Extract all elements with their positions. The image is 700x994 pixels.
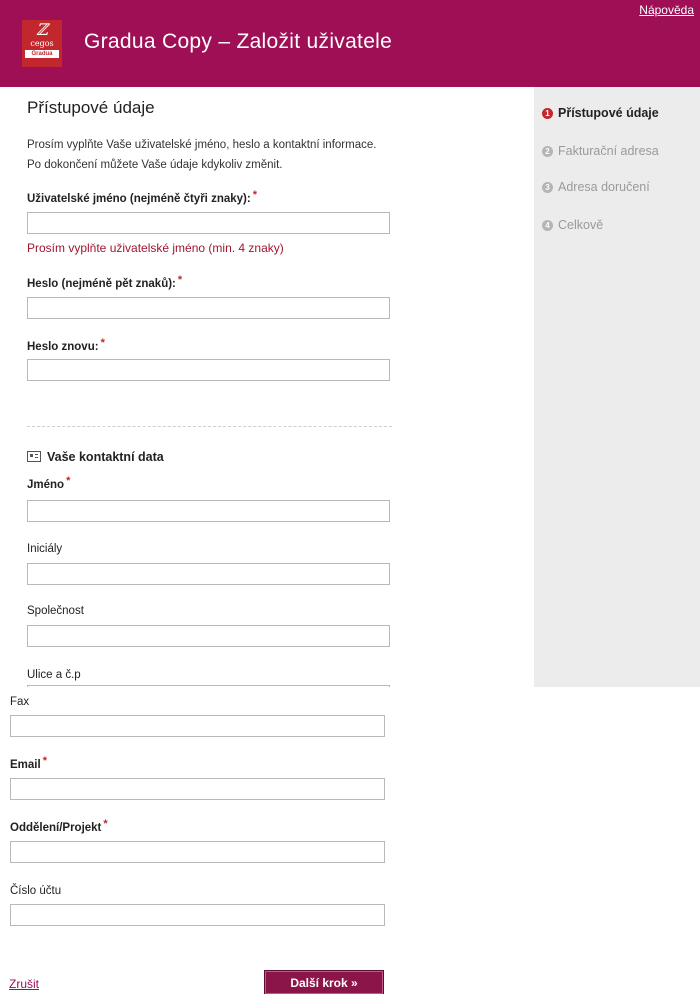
- initials-input[interactable]: [27, 563, 390, 585]
- fax-input[interactable]: [10, 715, 385, 737]
- username-error: Prosím vyplňte uživatelské jméno (min. 4…: [27, 241, 284, 255]
- intro-text: Po dokončení můžete Vaše údaje kdykoliv …: [27, 159, 283, 171]
- street-label: Ulice a č.p: [27, 669, 81, 681]
- password-repeat-input[interactable]: [27, 359, 390, 381]
- email-label: Email *: [10, 755, 47, 771]
- section-divider: [27, 426, 392, 427]
- app-header: ℤ cegos Gradua Gradua Copy – Založit uži…: [0, 0, 700, 87]
- step-number-icon: 2: [542, 146, 553, 157]
- steps-sidebar: 1 Přístupové údaje 2 Fakturační adresa 3 Ad…: [534, 87, 700, 687]
- page-title: Gradua Copy – Založit uživatele: [84, 30, 393, 53]
- required-marker: *: [252, 189, 257, 201]
- initials-label: Iniciály: [27, 543, 63, 555]
- fax-label: Fax: [10, 696, 30, 708]
- intro-text: Prosím vyplňte Vaše uživatelské jméno, h…: [27, 139, 377, 151]
- cegos-gradua-logo: ℤ cegos Gradua: [22, 20, 62, 67]
- cancel-link[interactable]: Zrušit: [9, 977, 39, 991]
- contact-card-icon: [27, 451, 41, 462]
- registration-form: Přístupové údaje Prosím vyplňte Vaše uži…: [27, 87, 527, 687]
- company-input[interactable]: [27, 625, 390, 647]
- account-number-input[interactable]: [10, 904, 385, 926]
- department-input[interactable]: [10, 841, 385, 863]
- password-repeat-label: Heslo znovu: *: [27, 337, 105, 353]
- required-marker: *: [103, 818, 108, 830]
- account-number-label: Číslo účtu: [10, 885, 62, 897]
- section-heading: Přístupové údaje: [27, 98, 155, 117]
- name-label: Jméno *: [27, 475, 71, 491]
- help-link[interactable]: Nápověda: [639, 3, 694, 17]
- required-marker: *: [100, 337, 105, 349]
- step-delivery-address: 3 Adresa doručení: [542, 180, 650, 194]
- username-input[interactable]: [27, 212, 390, 234]
- contact-section-title: Vaše kontaktní data: [27, 450, 164, 464]
- required-marker: *: [42, 755, 47, 767]
- step-billing-address: 2 Fakturační adresa: [542, 144, 659, 158]
- step-number-icon: 1: [542, 108, 553, 119]
- next-step-button[interactable]: Další krok »: [264, 970, 384, 994]
- department-label: Oddělení/Projekt *: [10, 818, 108, 834]
- step-access-data: 1 Přístupové údaje: [542, 106, 659, 120]
- required-marker: *: [177, 274, 183, 286]
- logo-mark-icon: ℤ: [36, 20, 48, 39]
- username-label: Uživatelské jméno (nejméně čtyři znaky):…: [27, 189, 257, 205]
- step-number-icon: 4: [542, 220, 553, 231]
- password-input[interactable]: [27, 297, 390, 319]
- email-input[interactable]: [10, 778, 385, 800]
- step-number-icon: 3: [542, 182, 553, 193]
- registration-form-continued: Fax Email * Oddělení/Projekt * Číslo účtu …: [0, 687, 700, 994]
- name-input[interactable]: [27, 500, 390, 522]
- password-label: Heslo (nejméně pět znaků): *: [27, 274, 183, 290]
- company-label: Společnost: [27, 605, 84, 617]
- step-summary: 4 Celkově: [542, 218, 603, 232]
- required-marker: *: [66, 475, 71, 487]
